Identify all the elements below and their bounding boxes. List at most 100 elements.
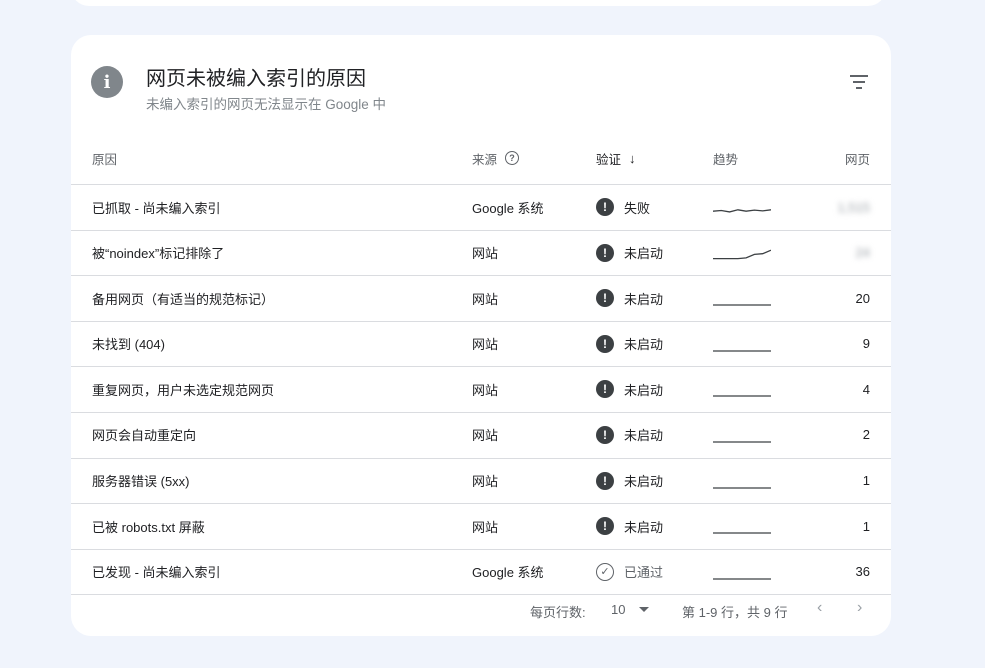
exclamation-circle-icon: ! [596, 289, 614, 308]
row-trend-sparkline [713, 322, 771, 366]
row-source: 网站 [472, 246, 499, 262]
status-text: 未启动 [624, 337, 664, 353]
reasons-table: 已抓取 - 尚未编入索引 Google 系统! 失败 1,515 被“noindex”标… [71, 184, 891, 596]
row-verify-status: ! 未启动 [596, 367, 663, 411]
column-header-verify[interactable]: 验证 ↓ [596, 143, 636, 173]
filter-icon[interactable] [849, 75, 869, 93]
row-reason: 被“noindex”标记排除了 [92, 246, 225, 262]
chevron-left-icon[interactable]: ‹ [817, 599, 822, 617]
status-text: 未启动 [624, 474, 664, 490]
row-source: Google 系统 [472, 200, 544, 216]
rows-per-page-label: 每页行数: [530, 605, 586, 620]
column-header-source[interactable]: 来源 ? [472, 143, 520, 173]
row-pages-count: 9 [862, 336, 870, 352]
row-reason: 已抓取 - 尚未编入索引 [92, 200, 221, 216]
row-verify-status: ✓ 已通过 [596, 550, 663, 594]
row-reason: 备用网页（有适当的规范标记） [92, 291, 275, 307]
row-pages-count: 1,515 [837, 199, 870, 215]
row-trend-sparkline [713, 367, 771, 411]
help-circle-icon[interactable]: ? [505, 151, 520, 165]
info-icon: i [91, 66, 123, 98]
exclamation-circle-icon: ! [596, 425, 614, 444]
row-trend-sparkline [713, 504, 771, 548]
row-reason: 已发现 - 尚未编入索引 [92, 565, 221, 581]
sparkline [713, 209, 771, 213]
chevron-right-icon[interactable]: › [857, 599, 862, 617]
row-trend-sparkline [713, 459, 771, 503]
status-text: 未启动 [624, 291, 664, 307]
rows-per-page-select[interactable]: 10 [611, 602, 650, 617]
previous-card [71, 0, 886, 6]
table-pagination: 每页行数: 10 第 1-9 行，共 9 行 ‹ › [71, 593, 891, 627]
row-source: 网站 [472, 337, 499, 353]
row-trend-sparkline [713, 276, 771, 320]
status-text: 失败 [624, 200, 651, 216]
row-verify-status: ! 未启动 [596, 276, 663, 320]
row-pages-count: 1 [862, 518, 870, 534]
row-reason: 已被 robots.txt 屏蔽 [92, 519, 205, 535]
row-verify-status: ! 未启动 [596, 322, 663, 366]
row-source: 网站 [472, 519, 499, 535]
row-reason: 网页会自动重定向 [92, 428, 197, 444]
sparkline [713, 350, 771, 352]
exclamation-circle-icon: ! [596, 471, 614, 490]
sparkline [713, 249, 771, 259]
sparkline [713, 441, 771, 443]
arrow-down-icon: ↓ [629, 150, 636, 166]
status-text: 已通过 [624, 565, 664, 581]
row-verify-status: ! 未启动 [596, 231, 663, 275]
column-header-pages[interactable]: 网页 [845, 143, 870, 173]
exclamation-circle-icon: ! [596, 517, 614, 536]
row-pages-count: 24 [855, 245, 870, 261]
card-header: i 网页未被编入索引的原因 未编入索引的网页无法显示在 Google 中 [71, 35, 891, 135]
status-text: 未启动 [624, 519, 664, 535]
row-reason: 未找到 (404) [92, 337, 165, 353]
row-reason: 服务器错误 (5xx) [92, 474, 190, 490]
table-row[interactable]: 已发现 - 尚未编入索引 Google 系统 ✓ 已通过 36 [71, 548, 891, 596]
table-row[interactable]: 已被 robots.txt 屏蔽 网站! 未启动 1 [71, 503, 891, 549]
row-pages-count: 36 [855, 564, 870, 580]
status-text: 未启动 [624, 428, 664, 444]
row-pages-count: 1 [862, 473, 870, 489]
exclamation-circle-icon: ! [596, 334, 614, 353]
table-row[interactable]: 已抓取 - 尚未编入索引 Google 系统! 失败 1,515 [71, 184, 891, 230]
table-row[interactable]: 备用网页（有适当的规范标记） 网站! 未启动 20 [71, 275, 891, 321]
row-source: Google 系统 [472, 565, 544, 581]
sparkline [713, 486, 771, 489]
row-trend-sparkline [713, 185, 771, 229]
row-source: 网站 [472, 474, 499, 490]
row-source: 网站 [472, 382, 499, 398]
sparkline [713, 395, 771, 398]
row-reason: 重复网页，用户未选定规范网页 [92, 382, 275, 398]
status-text: 未启动 [624, 246, 664, 262]
exclamation-circle-icon: ! [596, 198, 614, 216]
row-trend-sparkline [713, 231, 771, 275]
table-row[interactable]: 被“noindex”标记排除了 网站 ! 未启动 24 [71, 229, 891, 276]
table-row[interactable]: 未找到 (404) 网站! 未启动 9 [71, 320, 891, 367]
row-pages-count: 4 [862, 381, 870, 397]
row-verify-status: ! 未启动 [596, 504, 663, 548]
sparkline [713, 532, 771, 534]
sparkline [713, 578, 771, 580]
row-source: 网站 [472, 428, 499, 444]
row-trend-sparkline [713, 550, 771, 594]
check-circle-icon: ✓ [596, 562, 614, 581]
card-title: 网页未被编入索引的原因 [146, 68, 366, 90]
status-text: 未启动 [624, 382, 664, 398]
row-trend-sparkline [713, 413, 771, 457]
pagination-range: 第 1-9 行，共 9 行 [682, 605, 788, 620]
table-row[interactable]: 重复网页，用户未选定规范网页 网站! 未启动 4 [71, 366, 891, 412]
not-indexed-reasons-card: i 网页未被编入索引的原因 未编入索引的网页无法显示在 Google 中 原因 … [71, 35, 891, 636]
card-subtitle: 未编入索引的网页无法显示在 Google 中 [146, 97, 387, 112]
column-header-trend: 趋势 [713, 152, 739, 167]
row-pages-count: 2 [862, 427, 870, 443]
table-row[interactable]: 服务器错误 (5xx) 网站! 未启动 1 [71, 457, 891, 504]
row-verify-status: ! 未启动 [596, 413, 663, 457]
exclamation-circle-icon: ! [596, 380, 614, 399]
row-verify-status: ! 失败 [596, 185, 650, 229]
caret-down-icon [639, 607, 650, 612]
column-header-reason: 原因 [92, 152, 118, 167]
row-verify-status: ! 未启动 [596, 459, 663, 503]
row-pages-count: 20 [855, 290, 870, 306]
table-row[interactable]: 网页会自动重定向 网站! 未启动 2 [71, 411, 891, 458]
